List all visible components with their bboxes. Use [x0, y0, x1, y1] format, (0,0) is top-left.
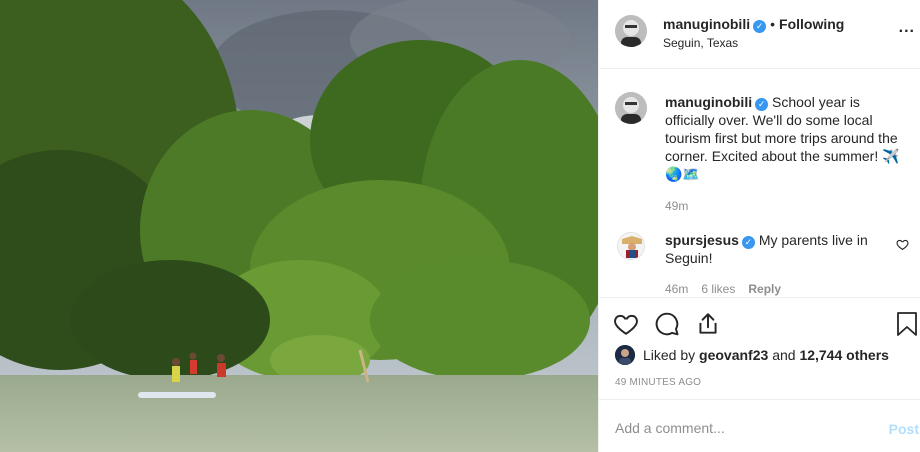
liked-by-conjunction: and — [772, 347, 796, 363]
caption-time[interactable]: 49m — [665, 199, 688, 213]
header-separator: • — [770, 16, 776, 32]
comments-list[interactable]: manuginobili ✓ School year is officially … — [599, 70, 920, 296]
comment-like-heart-icon[interactable] — [896, 238, 909, 251]
likes-others-count[interactable]: 12,744 others — [799, 347, 889, 363]
post-location[interactable]: Seguin, Texas — [663, 36, 738, 50]
author-username[interactable]: manuginobili — [663, 16, 750, 32]
reply-button[interactable]: Reply — [748, 282, 781, 296]
verified-check-icon: ✓ — [741, 236, 755, 249]
comment-input[interactable]: Add a comment... — [615, 420, 725, 436]
heart-icon[interactable] — [613, 311, 639, 337]
liked-by-prefix: Liked by — [643, 347, 696, 363]
post-comment-button[interactable]: Post — [889, 421, 919, 437]
post-sidebar: manuginobili ✓ • Following Seguin, Texas ..… — [598, 0, 920, 452]
caption-avatar-image — [615, 92, 647, 124]
comment-icon[interactable] — [654, 311, 680, 337]
add-comment-bar: Add a comment... Post — [599, 399, 920, 452]
following-button[interactable]: Following — [779, 16, 844, 32]
post-actions: Liked by geovanf23 and 12,744 others 49 … — [599, 297, 920, 452]
post-photo[interactable] — [0, 0, 598, 452]
author-avatar[interactable] — [615, 15, 647, 47]
post-timestamp[interactable]: 49 minutes ago — [615, 377, 701, 388]
river-landscape-image — [0, 0, 598, 452]
liker-avatar-image — [615, 345, 635, 365]
comment-likes-count[interactable]: 6 likes — [701, 282, 735, 296]
share-icon[interactable] — [695, 311, 721, 337]
liker-username[interactable]: geovanf23 — [699, 347, 768, 363]
more-options-icon[interactable]: ... — [899, 19, 915, 37]
caption-username[interactable]: manuginobili — [665, 94, 752, 110]
caption-avatar[interactable] — [615, 92, 647, 124]
verified-check-icon: ✓ — [753, 20, 767, 33]
comment-time[interactable]: 46m — [665, 282, 688, 296]
commenter-avatar[interactable] — [617, 232, 645, 260]
verified-check-icon: ✓ — [755, 98, 769, 111]
author-avatar-image — [615, 15, 647, 47]
liker-avatar[interactable] — [615, 345, 635, 365]
post-header: manuginobili ✓ • Following Seguin, Texas ..… — [599, 0, 920, 69]
commenter-avatar-image — [618, 233, 644, 259]
bookmark-icon[interactable] — [895, 311, 919, 337]
commenter-username[interactable]: spursjesus — [665, 232, 739, 248]
